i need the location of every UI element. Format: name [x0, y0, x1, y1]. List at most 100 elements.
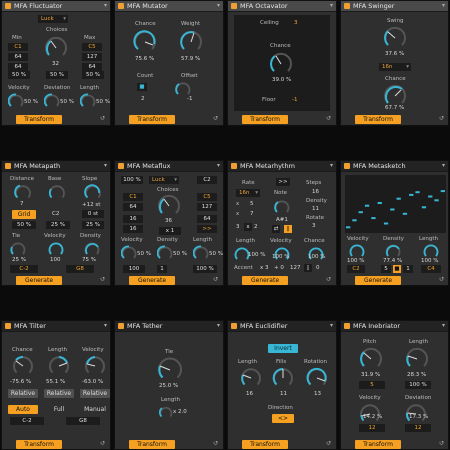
rate-dropdown[interactable]: 16n ▾	[236, 189, 260, 197]
dropdown-icon[interactable]: ▾	[330, 162, 333, 169]
pitch-num-box[interactable]: 5	[359, 381, 385, 389]
chance-knob[interactable]	[269, 52, 293, 76]
density-num-box[interactable]: 1	[157, 265, 167, 273]
dropdown-icon[interactable]: ▾	[217, 322, 220, 329]
dropdown-icon[interactable]: ▾	[104, 322, 107, 329]
refresh-icon[interactable]: ↺	[100, 115, 105, 122]
max-note-box[interactable]: C5	[197, 193, 217, 201]
density-knob[interactable]	[385, 243, 401, 259]
velocity-num-box[interactable]: 100	[123, 265, 145, 273]
sketch-grid[interactable]	[345, 175, 446, 233]
length-pct-box[interactable]: 100 %	[193, 265, 217, 273]
count-toggle[interactable]: ■	[137, 83, 147, 91]
choices-knob[interactable]	[44, 36, 68, 60]
rotation-knob[interactable]	[306, 367, 328, 389]
tie-knob[interactable]	[157, 357, 183, 383]
sketch-step[interactable]	[396, 197, 401, 200]
refresh-icon[interactable]: ↺	[439, 276, 444, 283]
min-density-box[interactable]: 16	[123, 225, 143, 233]
length-knob[interactable]	[159, 405, 173, 419]
note-knob[interactable]	[274, 199, 290, 215]
sketch-step[interactable]	[346, 226, 351, 229]
fills-knob[interactable]	[272, 367, 294, 389]
sketch-step[interactable]	[358, 211, 363, 214]
dropdown-icon[interactable]: ▾	[217, 162, 220, 169]
mode-dropdown[interactable]: Luck ▾	[38, 15, 68, 23]
pct-box-1[interactable]: 50 %	[8, 71, 30, 79]
swing-knob[interactable]	[383, 26, 407, 50]
velocity-knob[interactable]	[121, 245, 137, 261]
sketch-step[interactable]	[383, 222, 389, 225]
lock-toggle[interactable]: ■	[393, 265, 401, 273]
power-toggle[interactable]	[118, 163, 124, 169]
refresh-icon[interactable]: ↺	[213, 276, 218, 283]
invert-button[interactable]: Invert	[268, 344, 298, 353]
generate-button[interactable]: Generate	[16, 276, 62, 285]
high-note-box[interactable]: G8	[66, 417, 100, 425]
transform-button[interactable]: Transform	[355, 440, 401, 449]
sketch-step[interactable]	[428, 195, 433, 198]
density-knob[interactable]	[84, 241, 100, 257]
root-note-box[interactable]: C2	[197, 176, 217, 184]
full-button[interactable]: Full	[44, 405, 74, 414]
refresh-icon[interactable]: ↺	[439, 440, 444, 447]
length-knob[interactable]	[405, 347, 429, 371]
chance-knob[interactable]	[12, 355, 34, 377]
length-knob[interactable]	[48, 355, 70, 377]
direction-button[interactable]: <>	[272, 414, 294, 423]
refresh-icon[interactable]: ↺	[100, 440, 105, 447]
power-toggle[interactable]	[5, 323, 11, 329]
sketch-step[interactable]	[421, 206, 427, 209]
min-velocity-box[interactable]: 64	[8, 53, 28, 61]
distance-knob[interactable]	[14, 183, 32, 201]
velocity-num-box[interactable]: 12	[359, 424, 385, 432]
base-pct-box[interactable]: 25 %	[46, 221, 70, 229]
x-mult-box[interactable]: x	[244, 223, 252, 231]
power-toggle[interactable]	[344, 163, 350, 169]
power-toggle[interactable]	[5, 163, 11, 169]
floor-value[interactable]: -1	[292, 97, 297, 103]
power-toggle[interactable]	[344, 323, 350, 329]
sketch-step[interactable]	[364, 204, 370, 207]
max-velocity-box[interactable]: 127	[197, 203, 217, 211]
velocity-knob[interactable]	[48, 241, 64, 257]
transform-button[interactable]: Transform	[129, 440, 175, 449]
refresh-icon[interactable]: ↺	[326, 276, 331, 283]
refresh-icon[interactable]: ↺	[439, 115, 444, 122]
dropdown-icon[interactable]: ▾	[442, 162, 445, 169]
dropdown-icon[interactable]: ▾	[104, 2, 107, 9]
choices-knob[interactable]	[157, 194, 181, 218]
refresh-icon[interactable]: ↺	[326, 115, 331, 122]
max-note-box[interactable]: C5	[82, 43, 102, 51]
chance-knob[interactable]	[133, 30, 157, 54]
length-relative-button[interactable]: Relative	[44, 389, 74, 398]
dropdown-icon[interactable]: ▾	[442, 322, 445, 329]
base-knob[interactable]	[48, 183, 66, 201]
dropdown-icon[interactable]: ▾	[330, 322, 333, 329]
generate-button[interactable]: Generate	[355, 276, 401, 285]
pct-box-2[interactable]: 50 %	[46, 71, 68, 79]
power-toggle[interactable]	[231, 3, 237, 9]
generate-button[interactable]: Generate	[242, 276, 288, 285]
slope-pct-box[interactable]: 25 %	[82, 221, 104, 229]
min-velocity-box[interactable]: 64	[123, 203, 143, 211]
max-velocity-box[interactable]: 127	[82, 53, 102, 61]
low-note-box[interactable]: C-2	[10, 417, 44, 425]
note-toggle[interactable]: ‖	[284, 225, 292, 233]
sketch-step[interactable]	[409, 193, 414, 196]
dropdown-icon[interactable]: ▾	[217, 2, 220, 9]
velocity-relative-button[interactable]: Relative	[80, 389, 110, 398]
sketch-step[interactable]	[415, 191, 420, 194]
auto-button[interactable]: Auto	[8, 405, 38, 414]
mode-dropdown[interactable]: Luck ▾	[149, 176, 179, 184]
min-length-box[interactable]: 64	[8, 63, 28, 71]
distance-pct-box[interactable]: 50 %	[12, 221, 36, 229]
generate-button[interactable]: Generate	[129, 276, 175, 285]
grid-dropdown[interactable]: 16n ▾	[379, 63, 411, 71]
length-knob[interactable]	[80, 93, 96, 109]
power-toggle[interactable]	[5, 3, 11, 9]
step-box[interactable]: 1	[403, 265, 413, 273]
forward-button[interactable]: >>	[276, 178, 290, 186]
range-box[interactable]: 5	[381, 265, 391, 273]
transform-button[interactable]: Transform	[16, 440, 62, 449]
